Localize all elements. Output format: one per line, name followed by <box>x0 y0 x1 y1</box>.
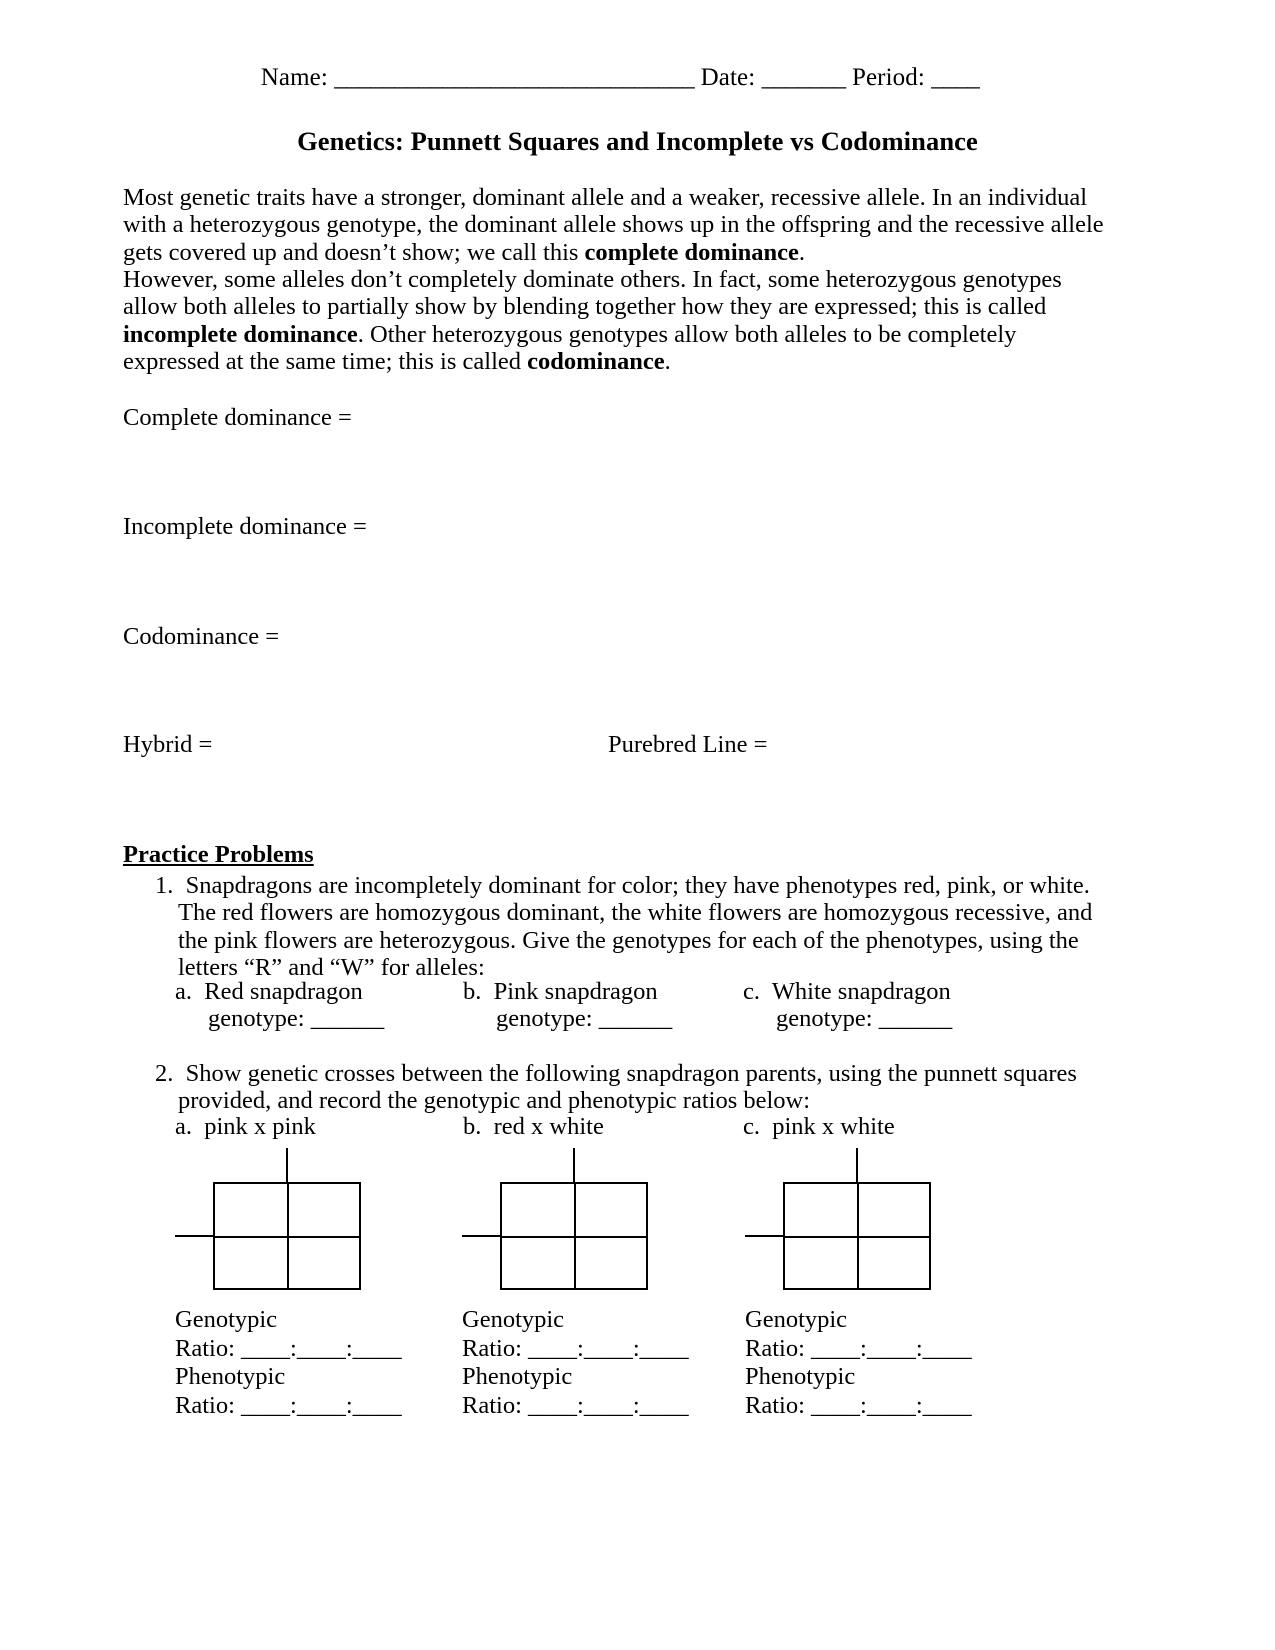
question-2-body: 2. Show genetic crosses between the foll… <box>155 1060 1113 1115</box>
punnett-a-horizontal-divider <box>215 1236 359 1238</box>
ratio-b-genotypic-value[interactable]: Ratio: ____:____:____ <box>462 1335 689 1364</box>
ratio-a-genotypic-label: Genotypic <box>175 1306 278 1333</box>
ratio-a-genotypic-value[interactable]: Ratio: ____:____:____ <box>175 1335 402 1364</box>
definition-prompt-complete-dominance[interactable]: Complete dominance = <box>123 404 352 432</box>
question-1-text: Snapdragons are incompletely dominant fo… <box>178 872 1093 982</box>
intro-paragraph-2: However, some alleles don’t completely d… <box>123 266 1108 376</box>
punnett-b-grid[interactable] <box>500 1182 648 1290</box>
option-a-genotype-field[interactable]: genotype: ______ <box>175 1005 384 1032</box>
option-b-genotype-label: genotype: <box>496 1005 593 1033</box>
ratio-block-a: Genotypic Ratio: ____:____:____ Phenotyp… <box>175 1306 402 1420</box>
date-blank[interactable]: _______ <box>762 64 847 91</box>
punnett-b-top-stem <box>573 1148 575 1184</box>
ratio-a-phenotypic-value[interactable]: Ratio: ____:____:____ <box>175 1392 402 1421</box>
option-c-white: c. White snapdragon genotype: ______ <box>743 978 952 1033</box>
punnett-c-grid[interactable] <box>783 1182 931 1290</box>
option-c-marker: c. <box>743 978 760 1005</box>
intro-paragraph-1: Most genetic traits have a stronger, dom… <box>123 184 1108 266</box>
option-b-pink: b. Pink snapdragon genotype: ______ <box>463 978 672 1033</box>
cross-a-label: a. pink x pink <box>175 1113 316 1140</box>
practice-problems-heading: Practice Problems <box>123 841 314 868</box>
cross-b-text: red x white <box>493 1113 604 1140</box>
question-1-body: 1. Snapdragons are incompletely dominant… <box>155 872 1113 982</box>
punnett-c-left-stem <box>745 1235 785 1237</box>
definition-prompt-hybrid[interactable]: Hybrid = <box>123 731 212 759</box>
definition-prompt-purebred-line[interactable]: Purebred Line = <box>608 731 767 759</box>
punnett-square-c[interactable] <box>745 1148 960 1293</box>
ratio-b-phenotypic-label: Phenotypic <box>462 1363 573 1390</box>
ratio-b-genotypic-label: Genotypic <box>462 1306 565 1333</box>
date-label: Date: <box>700 64 756 91</box>
period-label: Period: <box>851 64 925 91</box>
cross-c-text: pink x white <box>772 1113 895 1140</box>
option-b-genotype-field[interactable]: genotype: ______ <box>463 1005 672 1032</box>
punnett-square-b[interactable] <box>462 1148 677 1293</box>
definition-prompt-codominance[interactable]: Codominance = <box>123 623 279 651</box>
question-2-number: 2. <box>155 1060 174 1087</box>
option-a-red: a. Red snapdragon genotype: ______ <box>175 978 384 1033</box>
cross-b-label: b. red x white <box>463 1113 604 1140</box>
cross-b-marker: b. <box>463 1113 482 1140</box>
paragraph-2-text-c: . <box>664 348 671 376</box>
page-title: Genetics: Punnett Squares and Incomplete… <box>297 126 978 156</box>
question-2-text: Show genetic crosses between the followi… <box>178 1060 1077 1115</box>
paragraph-2-text-a: However, some alleles don’t completely d… <box>123 266 1062 321</box>
option-b-marker: b. <box>463 978 482 1005</box>
worksheet-page: Name: ______________________________ Dat… <box>0 0 1275 1650</box>
punnett-b-horizontal-divider <box>502 1236 646 1238</box>
option-b-name: Pink snapdragon <box>493 978 658 1005</box>
name-blank[interactable]: ______________________________ <box>334 64 695 91</box>
option-c-genotype-field[interactable]: genotype: ______ <box>743 1005 952 1032</box>
question-1-number: 1. <box>155 872 174 899</box>
term-incomplete-dominance: incomplete dominance <box>123 320 358 348</box>
period-blank[interactable]: ____ <box>931 64 980 91</box>
option-b-genotype-blank[interactable]: ______ <box>599 1005 673 1032</box>
option-c-genotype-label: genotype: <box>776 1005 873 1033</box>
ratio-b-phenotypic-value[interactable]: Ratio: ____:____:____ <box>462 1392 689 1421</box>
paragraph-1-text-b: . <box>798 238 806 266</box>
punnett-a-left-stem <box>175 1235 215 1237</box>
cross-a-text: pink x pink <box>204 1113 316 1140</box>
term-complete-dominance: complete dominance <box>584 238 799 266</box>
definition-prompt-incomplete-dominance[interactable]: Incomplete dominance = <box>123 513 367 541</box>
cross-a-marker: a. <box>175 1113 192 1140</box>
student-info-line: Name: ______________________________ Dat… <box>120 62 1120 94</box>
option-a-name: Red snapdragon <box>204 978 363 1005</box>
punnett-square-a[interactable] <box>175 1148 390 1293</box>
option-a-marker: a. <box>175 978 192 1005</box>
ratio-c-genotypic-value[interactable]: Ratio: ____:____:____ <box>745 1335 972 1364</box>
ratio-c-genotypic-label: Genotypic <box>745 1306 848 1333</box>
option-a-genotype-blank[interactable]: ______ <box>311 1005 385 1032</box>
cross-c-marker: c. <box>743 1113 760 1140</box>
question-2: 2. Show genetic crosses between the foll… <box>123 1060 1113 1115</box>
ratio-c-phenotypic-value[interactable]: Ratio: ____:____:____ <box>745 1392 972 1421</box>
cross-c-label: c. pink x white <box>743 1113 895 1140</box>
ratio-c-phenotypic-label: Phenotypic <box>745 1363 856 1390</box>
name-label: Name: <box>260 64 328 91</box>
ratio-a-phenotypic-label: Phenotypic <box>175 1363 286 1390</box>
option-c-genotype-blank[interactable]: ______ <box>879 1005 953 1032</box>
ratio-block-c: Genotypic Ratio: ____:____:____ Phenotyp… <box>745 1306 972 1420</box>
punnett-a-grid[interactable] <box>213 1182 361 1290</box>
punnett-c-horizontal-divider <box>785 1236 929 1238</box>
option-a-genotype-label: genotype: <box>208 1005 305 1033</box>
term-codominance: codominance <box>527 348 665 376</box>
punnett-b-left-stem <box>462 1235 502 1237</box>
punnett-c-top-stem <box>856 1148 858 1184</box>
ratio-block-b: Genotypic Ratio: ____:____:____ Phenotyp… <box>462 1306 689 1420</box>
option-c-name: White snapdragon <box>771 978 951 1005</box>
question-1: 1. Snapdragons are incompletely dominant… <box>123 872 1113 982</box>
punnett-a-top-stem <box>286 1148 288 1184</box>
